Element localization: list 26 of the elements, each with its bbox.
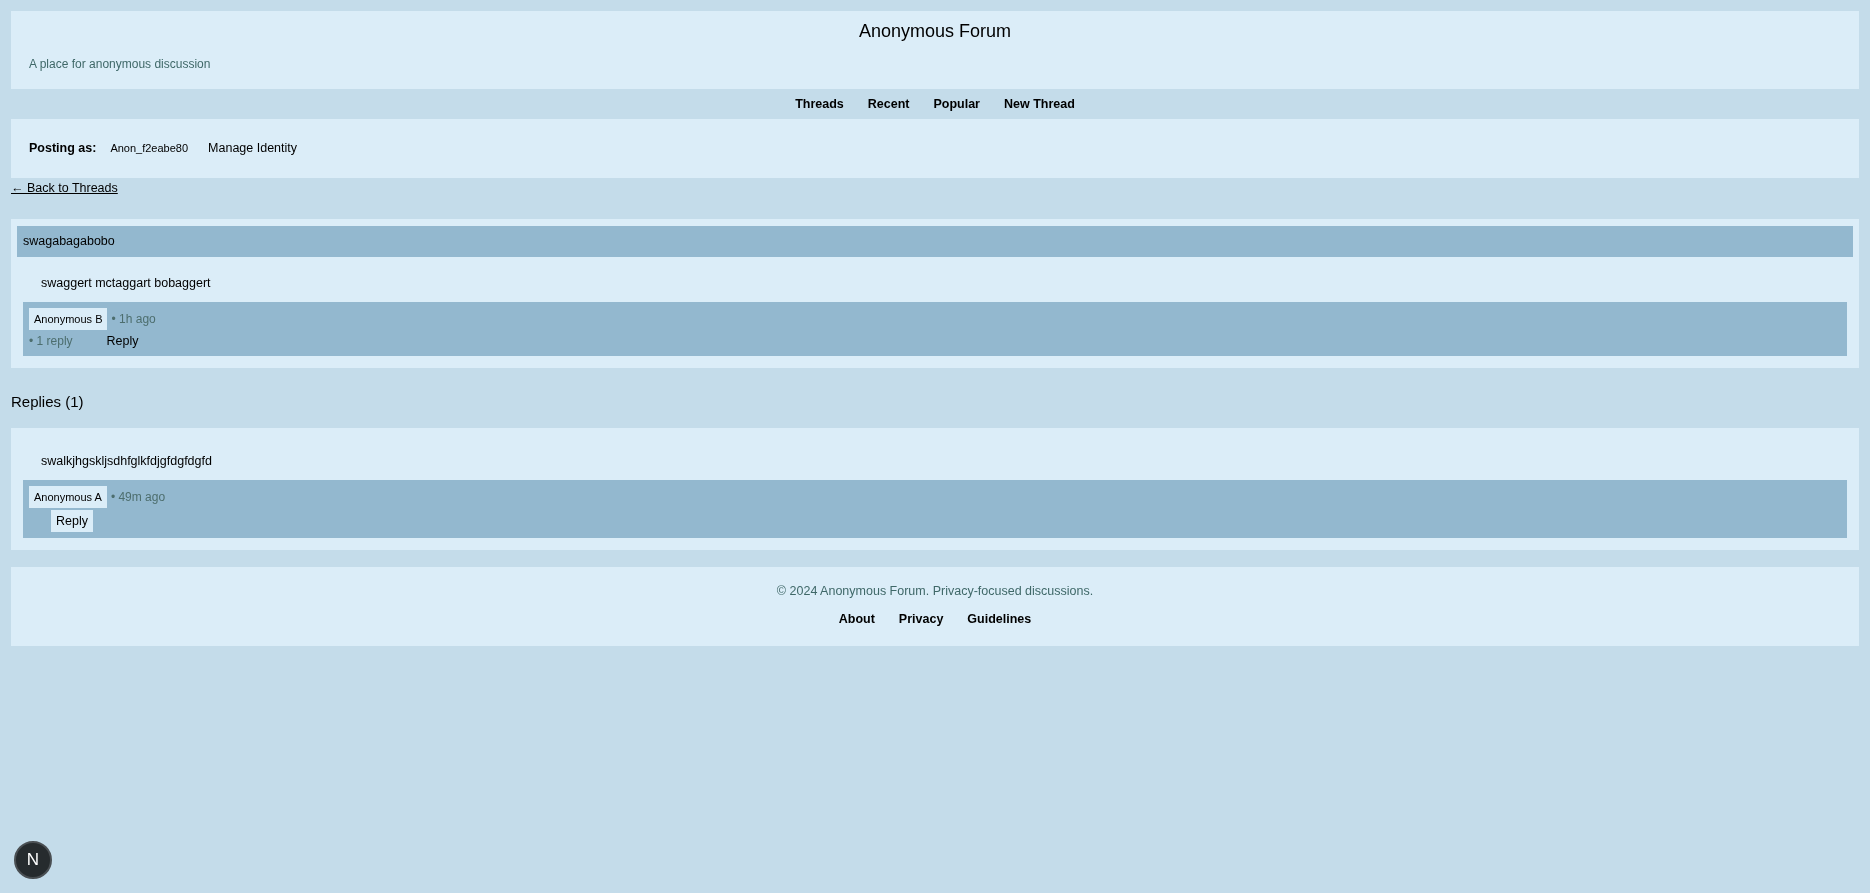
replies-heading: Replies (1) [11, 393, 85, 410]
nav-link[interactable]: Threads [795, 97, 844, 112]
manage-identity-link[interactable]: Manage Identity [208, 141, 297, 155]
copyright-text: © 2024 Anonymous Forum. Privacy-focused discussions. [775, 584, 1095, 598]
back-link[interactable]: ← Back to Threads [11, 181, 118, 195]
footer-link[interactable]: Privacy [898, 612, 944, 626]
post-time: • 1h ago [111, 312, 156, 326]
author-name: Anonymous A [29, 486, 107, 508]
post-body: swaggert mctaggart bobaggert [41, 276, 212, 291]
nav-link[interactable]: Popular [933, 97, 980, 112]
reply-button[interactable]: Reply [51, 510, 93, 532]
posting-as-label: Posting as: [29, 141, 97, 155]
site-title: Anonymous Forum [857, 20, 1013, 43]
username: Anon_f2eabe80 [110, 142, 189, 154]
dev-tools-badge[interactable]: N [14, 841, 52, 879]
thread-title: swagabagabobo [17, 226, 1853, 257]
footer-link[interactable]: About [838, 612, 875, 626]
reply-button[interactable]: Reply [104, 332, 141, 350]
author-name: Anonymous B [29, 308, 108, 330]
nav-link[interactable]: Recent [867, 97, 910, 112]
footer-link[interactable]: Guidelines [967, 612, 1032, 626]
reply-count: • 1 reply [29, 334, 73, 348]
post-time: • 49m ago [110, 490, 166, 504]
nav-link[interactable]: New Thread [1004, 97, 1075, 112]
post-body: swalkjhgskljsdhfglkfdjgfdgfdgfd [41, 454, 213, 469]
site-tagline: A place for anonymous discussion [29, 57, 212, 71]
